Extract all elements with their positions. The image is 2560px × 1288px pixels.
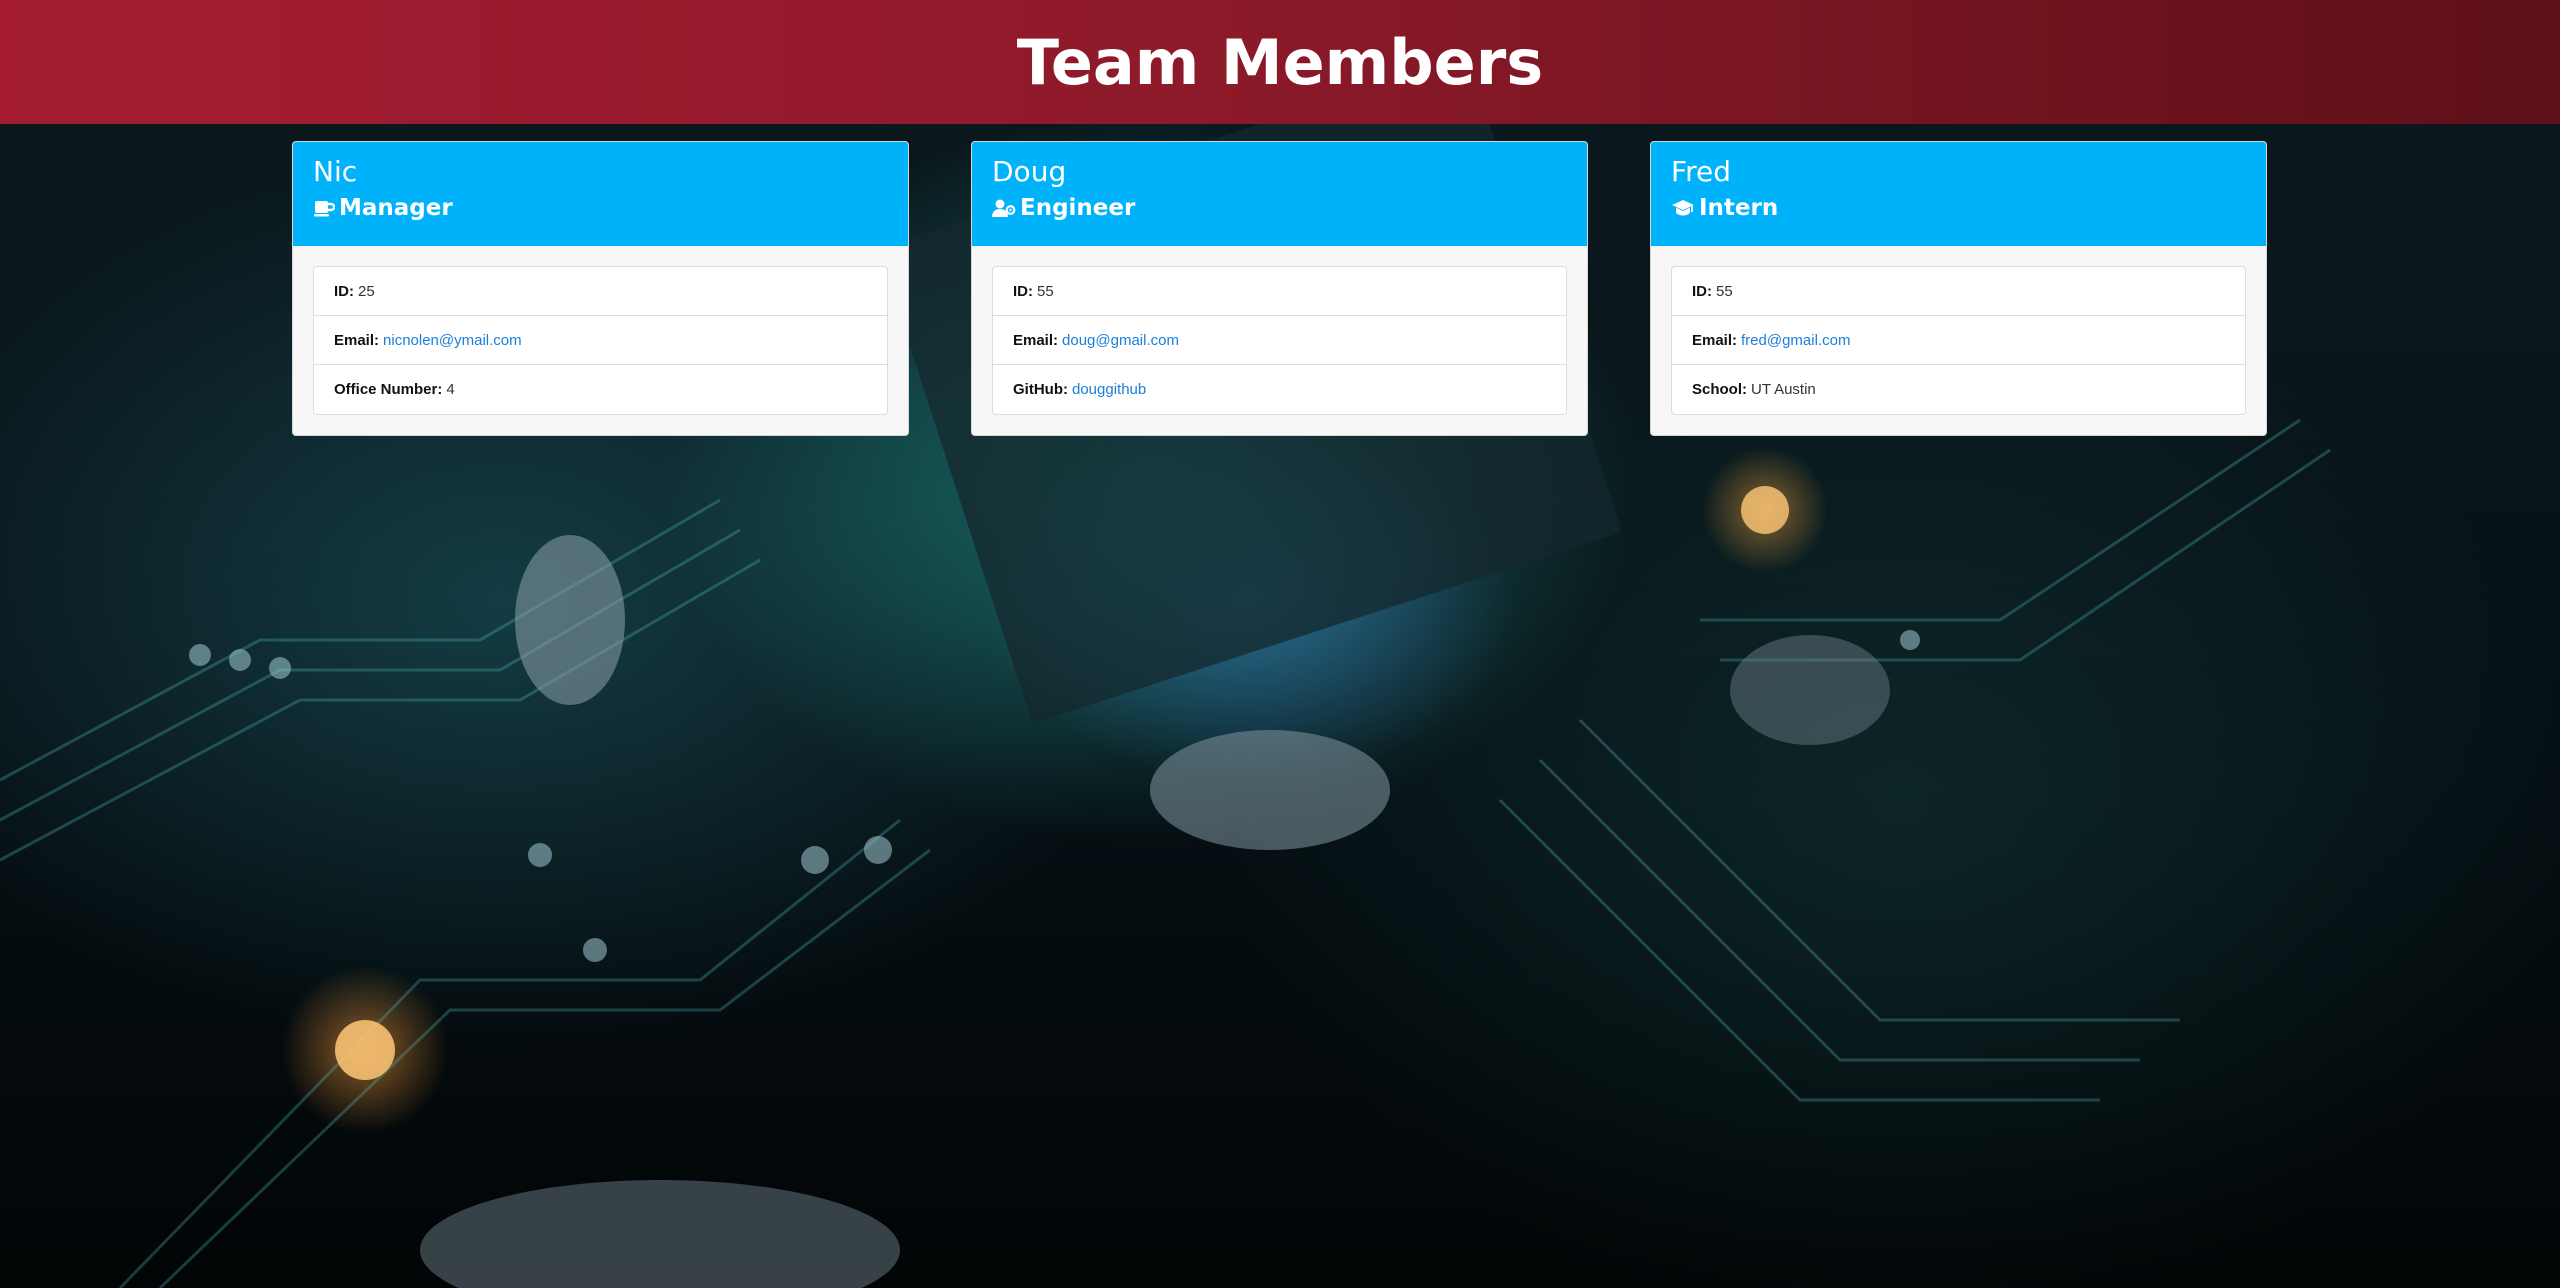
- member-card: Fred Intern ID: 55 Email: fred@gmail.com…: [1650, 141, 2267, 436]
- member-details: ID: 25 Email: nicnolen@ymail.com Office …: [313, 266, 888, 415]
- field-label: ID:: [1013, 282, 1033, 300]
- field-label: Email:: [1692, 331, 1738, 349]
- field-label: Email:: [1013, 331, 1059, 349]
- field-value: 25: [358, 282, 375, 300]
- office-number-row: Office Number: 4: [314, 365, 887, 414]
- field-label: School:: [1692, 381, 1747, 398]
- member-details: ID: 55 Email: fred@gmail.com School: UT …: [1671, 266, 2246, 415]
- member-role: Engineer: [992, 195, 1567, 221]
- email-link[interactable]: nicnolen@ymail.com: [383, 332, 522, 349]
- email-row: Email: nicnolen@ymail.com: [314, 316, 887, 365]
- field-label: Email:: [334, 331, 380, 349]
- github-row: GitHub: douggithub: [993, 365, 1566, 414]
- card-body: ID: 55 Email: fred@gmail.com School: UT …: [1651, 246, 2266, 435]
- member-name: Fred: [1671, 155, 1731, 188]
- field-label: Office Number:: [334, 381, 443, 398]
- user-gear-icon: [992, 198, 1016, 218]
- field-value: 4: [446, 381, 455, 398]
- member-role-label: Manager: [339, 195, 453, 221]
- field-label: ID:: [1692, 282, 1712, 300]
- github-link[interactable]: douggithub: [1072, 381, 1146, 398]
- member-card: Nic Manager ID: 25 Email: nicnolen@ymail…: [292, 141, 909, 436]
- member-name: Nic: [313, 155, 358, 188]
- member-role-label: Intern: [1699, 195, 1779, 221]
- card-body: ID: 55 Email: doug@gmail.com GitHub: dou…: [972, 246, 1587, 435]
- member-role: Intern: [1671, 195, 2246, 221]
- field-label: GitHub:: [1013, 381, 1068, 398]
- field-value: 55: [1716, 282, 1733, 300]
- email-link[interactable]: doug@gmail.com: [1062, 332, 1179, 349]
- email-row: Email: fred@gmail.com: [1672, 316, 2245, 365]
- card-body: ID: 25 Email: nicnolen@ymail.com Office …: [293, 246, 908, 435]
- team-cards: Nic Manager ID: 25 Email: nicnolen@ymail…: [292, 141, 2268, 436]
- field-value: UT Austin: [1751, 381, 1816, 398]
- member-role: Manager: [313, 195, 888, 221]
- id-row: ID: 25: [314, 267, 887, 316]
- field-value: 55: [1037, 282, 1054, 300]
- mug-icon: [313, 198, 335, 218]
- member-name: Doug: [992, 155, 1067, 188]
- email-row: Email: doug@gmail.com: [993, 316, 1566, 365]
- page-title: Team Members: [1016, 25, 1544, 99]
- graduation-cap-icon: [1671, 198, 1695, 218]
- field-label: ID:: [334, 282, 354, 300]
- page-header: Team Members: [0, 0, 2560, 124]
- email-link[interactable]: fred@gmail.com: [1741, 332, 1850, 349]
- card-header: Fred Intern: [1651, 142, 2266, 246]
- member-details: ID: 55 Email: doug@gmail.com GitHub: dou…: [992, 266, 1567, 415]
- card-header: Doug Engineer: [972, 142, 1587, 246]
- card-header: Nic Manager: [293, 142, 908, 246]
- id-row: ID: 55: [1672, 267, 2245, 316]
- id-row: ID: 55: [993, 267, 1566, 316]
- page: Team Members Nic Manager ID: 25 Email: n…: [0, 0, 2560, 1288]
- member-role-label: Engineer: [1020, 195, 1136, 221]
- school-row: School: UT Austin: [1672, 365, 2245, 414]
- member-card: Doug Engineer ID: 55 Email: doug@gmail.c…: [971, 141, 1588, 436]
